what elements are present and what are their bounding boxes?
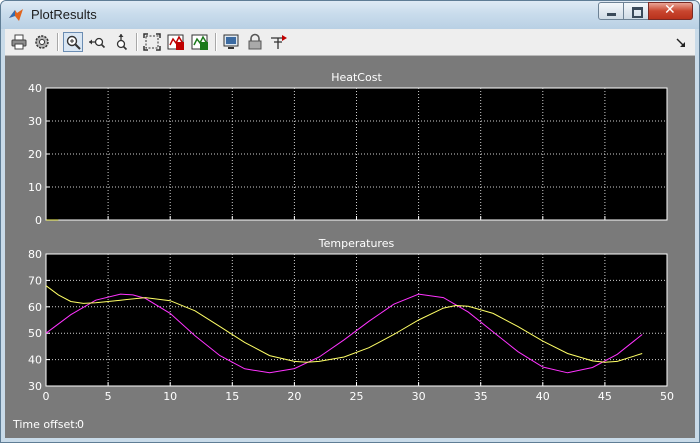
y-tick-label: 70 (28, 274, 42, 287)
scope-figure: 0 10 20 30 40 HeatCost 0 5 10 15 20 25 30 35 40 45 50 30 4… (5, 56, 695, 438)
x-tick-label: 30 (412, 390, 426, 403)
print-icon (11, 34, 27, 50)
y-tick-label: 0 (35, 214, 42, 227)
y-tick-label: 20 (28, 148, 42, 161)
x-tick-label: 50 (660, 390, 674, 403)
zoom-icon (66, 35, 81, 50)
maximize-icon (632, 7, 643, 18)
restore-axes-icon (191, 34, 208, 50)
autoscale-button[interactable] (142, 32, 162, 52)
y-tick-label: 80 (28, 248, 42, 261)
toolbar (5, 29, 695, 56)
matlab-icon (9, 9, 23, 21)
zoom-x-button[interactable] (87, 32, 107, 52)
x-tick-label: 5 (105, 390, 112, 403)
toolbar-separator (57, 33, 59, 51)
title-bar[interactable]: PlotResults ✕ (1, 1, 699, 29)
maximize-button[interactable] (623, 2, 649, 20)
floating-scope-button[interactable] (221, 32, 241, 52)
chart-1: 0 5 10 15 20 25 30 35 40 45 50 30 40 50 60 70 80 Temperat… (28, 237, 674, 403)
y-tick-label: 60 (28, 301, 42, 314)
parameters-icon (35, 35, 49, 49)
close-button[interactable]: ✕ (648, 2, 693, 20)
x-tick-label: 40 (536, 390, 550, 403)
chart-0: 0 10 20 30 40 HeatCost (28, 71, 668, 227)
y-tick-label: 50 (28, 327, 42, 340)
plot-results-window: PlotResults ✕ 0 10 20 30 40 HeatCost 0 5… (0, 0, 700, 443)
minimize-icon (607, 13, 616, 16)
signal-selection-icon (271, 35, 287, 49)
dock-arrow-icon (676, 38, 685, 47)
x-tick-label: 20 (287, 390, 301, 403)
lock-axes-button[interactable] (245, 32, 265, 52)
x-tick-label: 25 (350, 390, 364, 403)
y-tick-label: 30 (28, 380, 42, 393)
toolbar-separator (215, 33, 217, 51)
close-icon: ✕ (664, 2, 676, 18)
floating-scope-icon (223, 34, 239, 49)
x-tick-label: 15 (225, 390, 239, 403)
y-tick-label: 40 (28, 82, 42, 95)
zoom-button[interactable] (63, 32, 83, 52)
chart-title: Temperatures (318, 237, 395, 250)
autoscale-icon (143, 33, 161, 51)
toolbar-separator (136, 33, 138, 51)
minimize-button[interactable] (598, 2, 624, 20)
save-axes-button[interactable] (166, 32, 186, 52)
x-tick-label: 35 (474, 390, 488, 403)
lock-axes-icon (248, 33, 262, 50)
restore-axes-button[interactable] (190, 32, 210, 52)
zoom-y-button[interactable] (111, 32, 131, 52)
y-tick-label: 10 (28, 181, 42, 194)
signal-selection-button[interactable] (269, 32, 289, 52)
zoom-x-icon (89, 37, 106, 49)
time-offset-value: 0 (77, 418, 84, 431)
scope-plots: 0 10 20 30 40 HeatCost 0 5 10 15 20 25 30 35 40 45 50 30 4… (28, 71, 674, 403)
toolbar-overflow-button[interactable] (671, 32, 691, 52)
y-tick-label: 30 (28, 115, 42, 128)
print-button[interactable] (9, 32, 29, 52)
y-tick-label: 40 (28, 354, 42, 367)
chart-title: HeatCost (331, 71, 382, 84)
time-offset-label: Time offset: (13, 418, 79, 431)
zoom-y-icon (116, 34, 128, 51)
x-tick-label: 10 (163, 390, 177, 403)
x-tick-label: 45 (598, 390, 612, 403)
window-title: PlotResults (31, 7, 97, 22)
x-tick-label: 0 (43, 390, 50, 403)
parameters-button[interactable] (32, 32, 52, 52)
save-axes-icon (167, 34, 184, 50)
